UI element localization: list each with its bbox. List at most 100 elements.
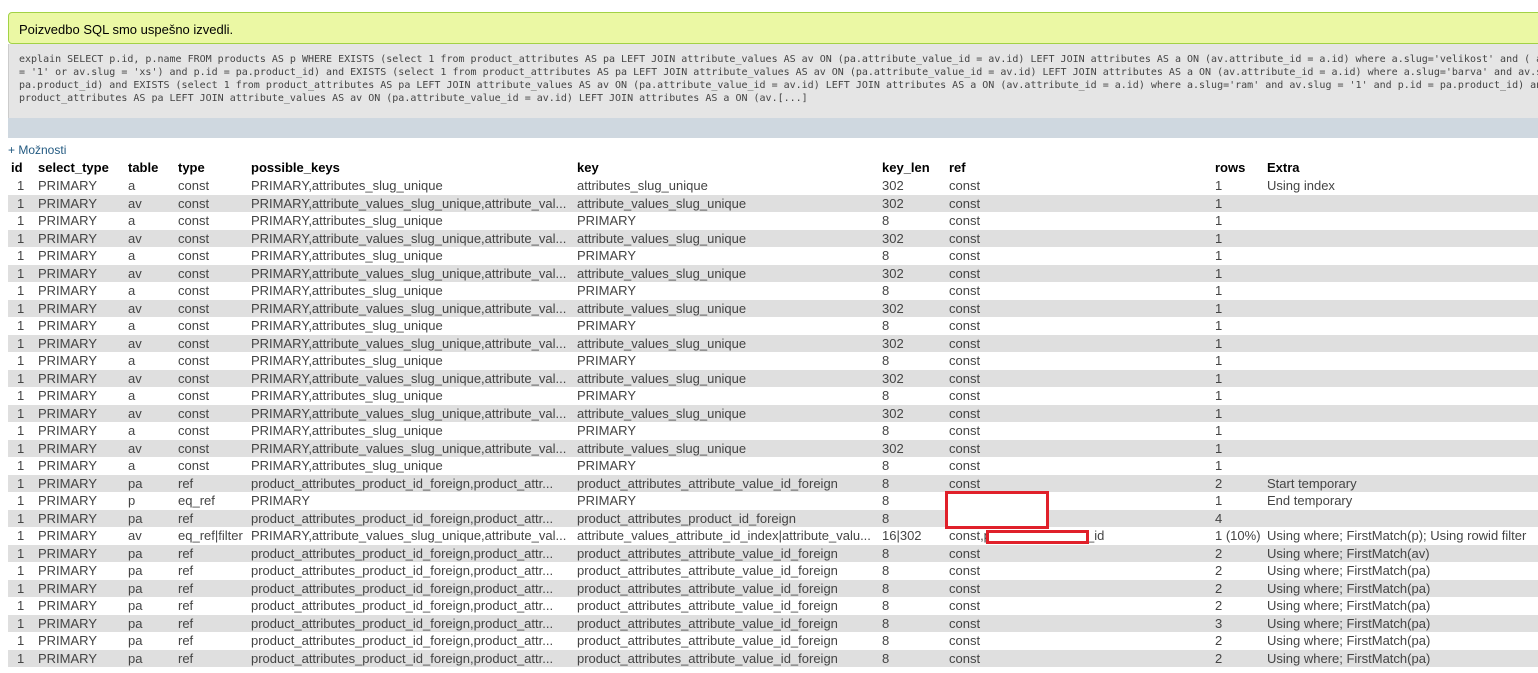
cell-key-len: 8 (879, 212, 946, 230)
cell-extra (1264, 509, 1538, 527)
sql-line-1: explain SELECT p.id, p.name FROM product… (19, 54, 1538, 65)
sql-line-2: = '1' or av.slug = 'xs') and p.id = pa.p… (19, 67, 1538, 78)
column-header-table[interactable]: table (125, 158, 175, 177)
cell-table: a (125, 317, 175, 335)
cell-key: product_attributes_attribute_value_id_fo… (574, 597, 879, 615)
table-row: 1 PRIMARY pa ref product_attributes_product_… (8, 597, 1538, 615)
cell-rows: 2 (1212, 597, 1264, 615)
cell-rows: 2 (1212, 474, 1264, 492)
cell-rows: 2 (1212, 544, 1264, 562)
table-row: 1 PRIMARY pa ref product_attributes_product_… (8, 544, 1538, 562)
column-header-id[interactable]: id (8, 158, 35, 177)
cell-table: pa (125, 562, 175, 580)
cell-select-type: PRIMARY (35, 369, 125, 387)
column-header-key-len[interactable]: key_len (879, 158, 946, 177)
column-header-ref[interactable]: ref (946, 158, 1212, 177)
table-row: 1 PRIMARY a const PRIMARY,attributes_slug_un… (8, 176, 1538, 195)
cell-rows: 1 (1212, 282, 1264, 300)
column-header-key[interactable]: key (574, 158, 879, 177)
cell-table: pa (125, 474, 175, 492)
cell-rows: 1 (1212, 422, 1264, 440)
cell-key: attribute_values_slug_unique (574, 334, 879, 352)
cell-key: product_attributes_attribute_value_id_fo… (574, 649, 879, 667)
cell-key-len: 302 (879, 229, 946, 247)
cell-extra: Using where; FirstMatch(pa) (1264, 614, 1538, 632)
column-header-extra[interactable]: Extra (1264, 158, 1538, 177)
cell-extra (1264, 457, 1538, 475)
cell-rows: 1 (1212, 176, 1264, 195)
sql-query-box: explain SELECT p.id, p.name FROM product… (8, 44, 1538, 118)
column-header-rows[interactable]: rows (1212, 158, 1264, 177)
table-row: 1 PRIMARY av const PRIMARY,attribute_values_… (8, 194, 1538, 212)
column-header-possible-keys[interactable]: possible_keys (248, 158, 574, 177)
column-header-select-type[interactable]: select_type (35, 158, 125, 177)
cell-id: 1 (8, 264, 35, 282)
cell-select-type: PRIMARY (35, 492, 125, 510)
cell-ref: const (946, 544, 1212, 562)
cell-ref: const (946, 352, 1212, 370)
cell-type: const (175, 282, 248, 300)
cell-possible-keys: product_attributes_product_id_foreign,pr… (248, 544, 574, 562)
cell-ref: const (946, 562, 1212, 580)
cell-extra: Using where; FirstMatch(pa) (1264, 649, 1538, 667)
cell-rows: 1 (1212, 194, 1264, 212)
cell-key: product_attributes_attribute_value_id_fo… (574, 474, 879, 492)
cell-type: const (175, 247, 248, 265)
cell-select-type: PRIMARY (35, 562, 125, 580)
column-header-type[interactable]: type (175, 158, 248, 177)
cell-possible-keys: product_attributes_product_id_foreign,pr… (248, 614, 574, 632)
cell-extra (1264, 404, 1538, 422)
cell-key: attribute_values_slug_unique (574, 369, 879, 387)
cell-possible-keys: PRIMARY,attributes_slug_unique (248, 457, 574, 475)
cell-possible-keys: PRIMARY,attributes_slug_unique (248, 387, 574, 405)
cell-extra (1264, 194, 1538, 212)
cell-key: PRIMARY (574, 212, 879, 230)
cell-select-type: PRIMARY (35, 597, 125, 615)
cell-key-len: 302 (879, 334, 946, 352)
success-message: Poizvedbo SQL smo uspešno izvedli. (8, 12, 1538, 44)
cell-ref: const (946, 457, 1212, 475)
cell-key: attributes_slug_unique (574, 176, 879, 195)
cell-possible-keys: PRIMARY,attributes_slug_unique (248, 282, 574, 300)
cell-id: 1 (8, 439, 35, 457)
cell-select-type: PRIMARY (35, 579, 125, 597)
cell-possible-keys: PRIMARY,attributes_slug_unique (248, 422, 574, 440)
cell-type: ref (175, 562, 248, 580)
cell-key: attribute_values_slug_unique (574, 229, 879, 247)
cell-ref: const (946, 649, 1212, 667)
cell-rows: 4 (1212, 509, 1264, 527)
cell-select-type: PRIMARY (35, 474, 125, 492)
cell-possible-keys: product_attributes_product_id_foreign,pr… (248, 562, 574, 580)
cell-type: const (175, 439, 248, 457)
cell-type: const (175, 352, 248, 370)
cell-possible-keys: PRIMARY,attribute_values_slug_unique,att… (248, 369, 574, 387)
cell-select-type: PRIMARY (35, 247, 125, 265)
cell-table: a (125, 212, 175, 230)
cell-id: 1 (8, 649, 35, 667)
table-row: 1 PRIMARY av const PRIMARY,attribute_values_… (8, 369, 1538, 387)
cell-key-len: 8 (879, 562, 946, 580)
cell-possible-keys: product_attributes_product_id_foreign,pr… (248, 597, 574, 615)
cell-possible-keys: PRIMARY,attributes_slug_unique (248, 317, 574, 335)
cell-possible-keys: product_attributes_product_id_foreign,pr… (248, 632, 574, 650)
cell-ref: const (946, 299, 1212, 317)
cell-key: attribute_values_slug_unique (574, 264, 879, 282)
cell-table: av (125, 299, 175, 317)
cell-key-len: 8 (879, 614, 946, 632)
table-row: 1 PRIMARY a const PRIMARY,attributes_slug_un… (8, 247, 1538, 265)
cell-table: pa (125, 579, 175, 597)
cell-id: 1 (8, 194, 35, 212)
cell-type: ref (175, 509, 248, 527)
cell-key: attribute_values_slug_unique (574, 439, 879, 457)
cell-id: 1 (8, 387, 35, 405)
cell-extra: Start temporary (1264, 474, 1538, 492)
options-link[interactable]: + Možnosti (8, 143, 66, 157)
cell-ref: const (946, 387, 1212, 405)
cell-extra: Using index (1264, 176, 1538, 195)
cell-key: PRIMARY (574, 352, 879, 370)
cell-possible-keys: PRIMARY,attribute_values_slug_unique,att… (248, 527, 574, 545)
cell-rows: 1 (1212, 212, 1264, 230)
cell-possible-keys: PRIMARY,attributes_slug_unique (248, 212, 574, 230)
cell-key: attribute_values_slug_unique (574, 194, 879, 212)
cell-ref: const (946, 194, 1212, 212)
